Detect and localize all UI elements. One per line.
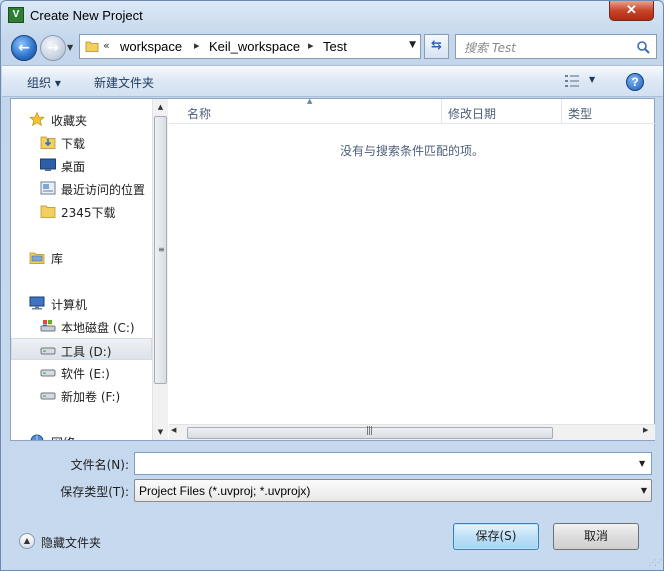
scroll-right-arrow-icon[interactable]: ▶ <box>643 426 648 434</box>
scroll-left-arrow-icon[interactable]: ◀ <box>171 426 176 434</box>
filetype-select[interactable]: Project Files (*.uvproj; *.uvprojx) ▼ <box>134 479 652 502</box>
organize-menu-button[interactable]: 组织 ▾ <box>27 74 61 91</box>
column-header-date-modified[interactable]: 修改日期 <box>448 105 496 122</box>
folder-icon <box>40 205 56 218</box>
new-folder-button[interactable]: 新建文件夹 <box>94 74 154 91</box>
filetype-label: 保存类型(T): <box>60 485 129 499</box>
close-button[interactable]: ✕ <box>609 1 654 21</box>
desktop-icon <box>40 158 56 171</box>
column-divider[interactable] <box>561 99 562 123</box>
drive-icon <box>40 369 56 377</box>
column-header-name[interactable]: 名称 <box>187 105 211 122</box>
horizontal-scrollbar[interactable]: ◀ ||| ▶ <box>169 424 655 440</box>
system-drive-icon <box>40 320 56 332</box>
search-placeholder: 搜索 Test <box>464 41 517 55</box>
download-folder-icon <box>40 136 56 149</box>
hide-folders-toggle[interactable]: ▲ 隐藏文件夹 <box>19 532 119 550</box>
file-list-pane: ▲ 名称 修改日期 类型 没有与搜索条件匹配的项。 ◀ ||| ▶ <box>169 97 655 440</box>
filename-history-arrow-icon[interactable]: ▼ <box>639 459 645 468</box>
filetype-value: Project Files (*.uvproj; *.uvprojx) <box>139 484 311 498</box>
nav-item-label: 本地磁盘 (C:) <box>61 321 135 335</box>
nav-item-label: 库 <box>51 252 64 266</box>
search-icon[interactable] <box>636 40 650 54</box>
scrollbar-grip-icon: ||| <box>366 426 373 436</box>
address-history-arrow-icon[interactable]: ▼ <box>409 40 416 50</box>
scroll-down-arrow-icon[interactable]: ▼ <box>153 424 168 440</box>
navigation-bar: ← → ▼ « workspace ▸ Keil_workspace ▸ Tes… <box>1 31 663 63</box>
nav-item-drive-c[interactable]: 本地磁盘 (C:) <box>11 315 152 337</box>
hide-folders-label: 隐藏文件夹 <box>41 536 102 550</box>
back-button[interactable]: ← <box>11 35 37 61</box>
filetype-dropdown-arrow-icon[interactable]: ▼ <box>641 486 647 495</box>
nav-item-computer[interactable]: 计算机 <box>11 292 152 314</box>
breadcrumb-test[interactable]: Test <box>323 39 347 54</box>
nav-item-drive-f[interactable]: 新加卷 (F:) <box>11 384 152 406</box>
folder-icon <box>85 41 99 52</box>
cancel-button[interactable]: 取消 <box>553 523 639 550</box>
nav-item-label: 工具 (D:) <box>61 345 112 359</box>
computer-icon <box>29 296 45 310</box>
breadcrumb-separator[interactable]: ▸ <box>194 39 200 52</box>
dialog-window: V Create New Project ✕ ← → ▼ « workspace… <box>0 0 664 571</box>
save-button[interactable]: 保存(S) <box>453 523 539 550</box>
breadcrumb-workspace[interactable]: workspace <box>120 39 182 54</box>
drive-icon <box>40 392 56 400</box>
nav-item-label: 收藏夹 <box>51 114 88 128</box>
nav-item-label: 网络 <box>51 434 75 440</box>
library-icon <box>29 252 45 264</box>
nav-item-recent-places[interactable]: 最近访问的位置 <box>11 177 152 199</box>
recent-places-icon <box>40 181 56 195</box>
nav-item-favorites[interactable]: 收藏夹 <box>11 108 152 130</box>
scrollbar-grip-icon: ≡ <box>158 245 165 254</box>
nav-item-downloads[interactable]: 下载 <box>11 131 152 153</box>
resize-grip-icon[interactable]: ⋰⋰ <box>648 558 662 567</box>
breadcrumb-separator[interactable]: ▸ <box>308 39 314 52</box>
window-title: Create New Project <box>30 8 143 23</box>
navigation-pane: 收藏夹 下载 桌面 最近访问的位置 2345下载 库 计算机 本地磁盘 (C:)… <box>11 99 152 440</box>
view-options-icon[interactable] <box>564 74 580 88</box>
nav-item-libraries[interactable]: 库 <box>11 246 152 268</box>
scrollbar-thumb[interactable]: ||| <box>187 426 553 439</box>
column-header-type[interactable]: 类型 <box>568 105 592 122</box>
nav-item-label: 新加卷 (F:) <box>61 390 121 404</box>
nav-item-drive-e[interactable]: 软件 (E:) <box>11 361 152 383</box>
app-icon: V <box>8 7 24 23</box>
refresh-button[interactable]: ⇆ <box>424 34 449 59</box>
address-bar[interactable]: « workspace ▸ Keil_workspace ▸ Test ▼ <box>79 34 421 59</box>
browser-panel: 收藏夹 下载 桌面 最近访问的位置 2345下载 库 计算机 本地磁盘 (C:)… <box>10 97 655 441</box>
drive-icon <box>40 347 56 355</box>
filename-field[interactable] <box>134 452 652 475</box>
network-icon <box>30 434 44 440</box>
scroll-up-arrow-icon[interactable]: ▲ <box>153 99 168 115</box>
title-bar: V Create New Project ✕ <box>1 1 663 31</box>
nav-item-drive-d[interactable]: 工具 (D:) <box>11 338 152 360</box>
star-icon <box>29 112 45 126</box>
search-input[interactable]: 搜索 Test <box>455 34 657 59</box>
column-headers: ▲ 名称 修改日期 类型 <box>169 97 655 124</box>
breadcrumb-overflow[interactable]: « <box>103 39 110 52</box>
recent-pages-dropdown-icon[interactable]: ▼ <box>67 43 77 53</box>
nav-item-desktop[interactable]: 桌面 <box>11 154 152 176</box>
navigation-pane-scrollbar[interactable]: ▲ ≡ ▼ <box>152 99 168 440</box>
nav-item-label: 下载 <box>61 137 86 151</box>
nav-item-label: 计算机 <box>51 298 88 312</box>
scrollbar-thumb[interactable]: ≡ <box>154 116 167 384</box>
nav-item-label: 2345下载 <box>61 206 116 220</box>
command-toolbar: 组织 ▾ 新建文件夹 ▼ ? <box>2 65 663 97</box>
empty-folder-message: 没有与搜索条件匹配的项。 <box>339 144 484 158</box>
nav-item-label: 最近访问的位置 <box>61 183 146 197</box>
nav-item-network[interactable]: 网络 <box>11 430 152 440</box>
help-icon[interactable]: ? <box>626 73 644 91</box>
column-divider[interactable] <box>441 99 442 123</box>
sort-ascending-icon: ▲ <box>307 97 313 105</box>
collapse-icon: ▲ <box>19 533 35 549</box>
nav-item-2345-downloads[interactable]: 2345下载 <box>11 200 152 222</box>
breadcrumb-keil-workspace[interactable]: Keil_workspace <box>209 39 300 54</box>
view-dropdown-arrow-icon[interactable]: ▼ <box>589 75 595 84</box>
filename-label: 文件名(N): <box>70 458 129 472</box>
forward-button[interactable]: → <box>40 35 66 61</box>
nav-item-label: 软件 (E:) <box>61 367 110 381</box>
nav-item-label: 桌面 <box>61 160 86 174</box>
